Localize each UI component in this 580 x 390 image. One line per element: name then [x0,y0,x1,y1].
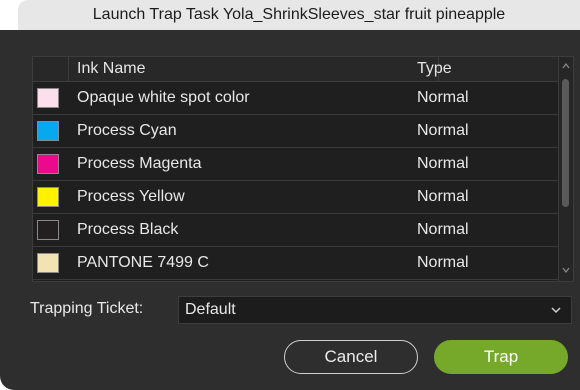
scroll-up-icon[interactable] [561,61,571,71]
ink-name: Process Magenta [77,155,202,172]
chevron-down-icon [549,297,563,323]
column-header-type[interactable]: Type [409,57,558,81]
trapping-ticket-label: Trapping Ticket: [30,300,144,317]
table-row[interactable]: Process Magenta Normal [33,148,558,181]
ink-type: Normal [417,221,469,238]
trapping-ticket-select[interactable]: Default [178,296,572,324]
table-rows: Opaque white spot color Normal Process C… [33,82,558,280]
ink-swatch [37,220,59,240]
cancel-button[interactable]: Cancel [284,340,418,374]
column-header-swatch[interactable] [33,57,69,81]
table-row[interactable]: Process Yellow Normal [33,181,558,214]
ink-type: Normal [417,188,469,205]
ink-swatch [37,187,59,207]
trapping-ticket-value: Default [185,301,236,318]
table-header: Ink Name Type [33,57,558,82]
dialog-title: Launch Trap Task Yola_ShrinkSleeves_star… [18,0,580,30]
launch-trap-dialog: Launch Trap Task Yola_ShrinkSleeves_star… [0,0,580,390]
ink-swatch [37,121,59,141]
ink-type: Normal [417,155,469,172]
ink-swatch [37,88,59,108]
ink-name: Opaque white spot color [77,89,250,106]
ink-name: PANTONE 7499 C [77,254,209,271]
ink-type: Normal [417,122,469,139]
ink-type: Normal [417,89,469,106]
ink-swatch [37,253,59,273]
table-row[interactable]: PANTONE 7499 C Normal [33,247,558,280]
ink-name: Process Yellow [77,188,185,205]
ink-type: Normal [417,254,469,271]
ink-name: Process Black [77,221,179,238]
ink-name: Process Cyan [77,122,177,139]
scrollbar-thumb[interactable] [562,79,569,207]
table-row[interactable]: Opaque white spot color Normal [33,82,558,115]
ink-table: Ink Name Type Opaque white spot color No… [32,56,574,282]
trap-button[interactable]: Trap [434,340,568,374]
scroll-down-icon[interactable] [561,265,571,275]
column-header-ink-name[interactable]: Ink Name [69,57,439,81]
ink-swatch [37,154,59,174]
table-row[interactable]: Process Black Normal [33,214,558,247]
vertical-scrollbar[interactable] [558,57,573,281]
table-row[interactable]: Process Cyan Normal [33,115,558,148]
